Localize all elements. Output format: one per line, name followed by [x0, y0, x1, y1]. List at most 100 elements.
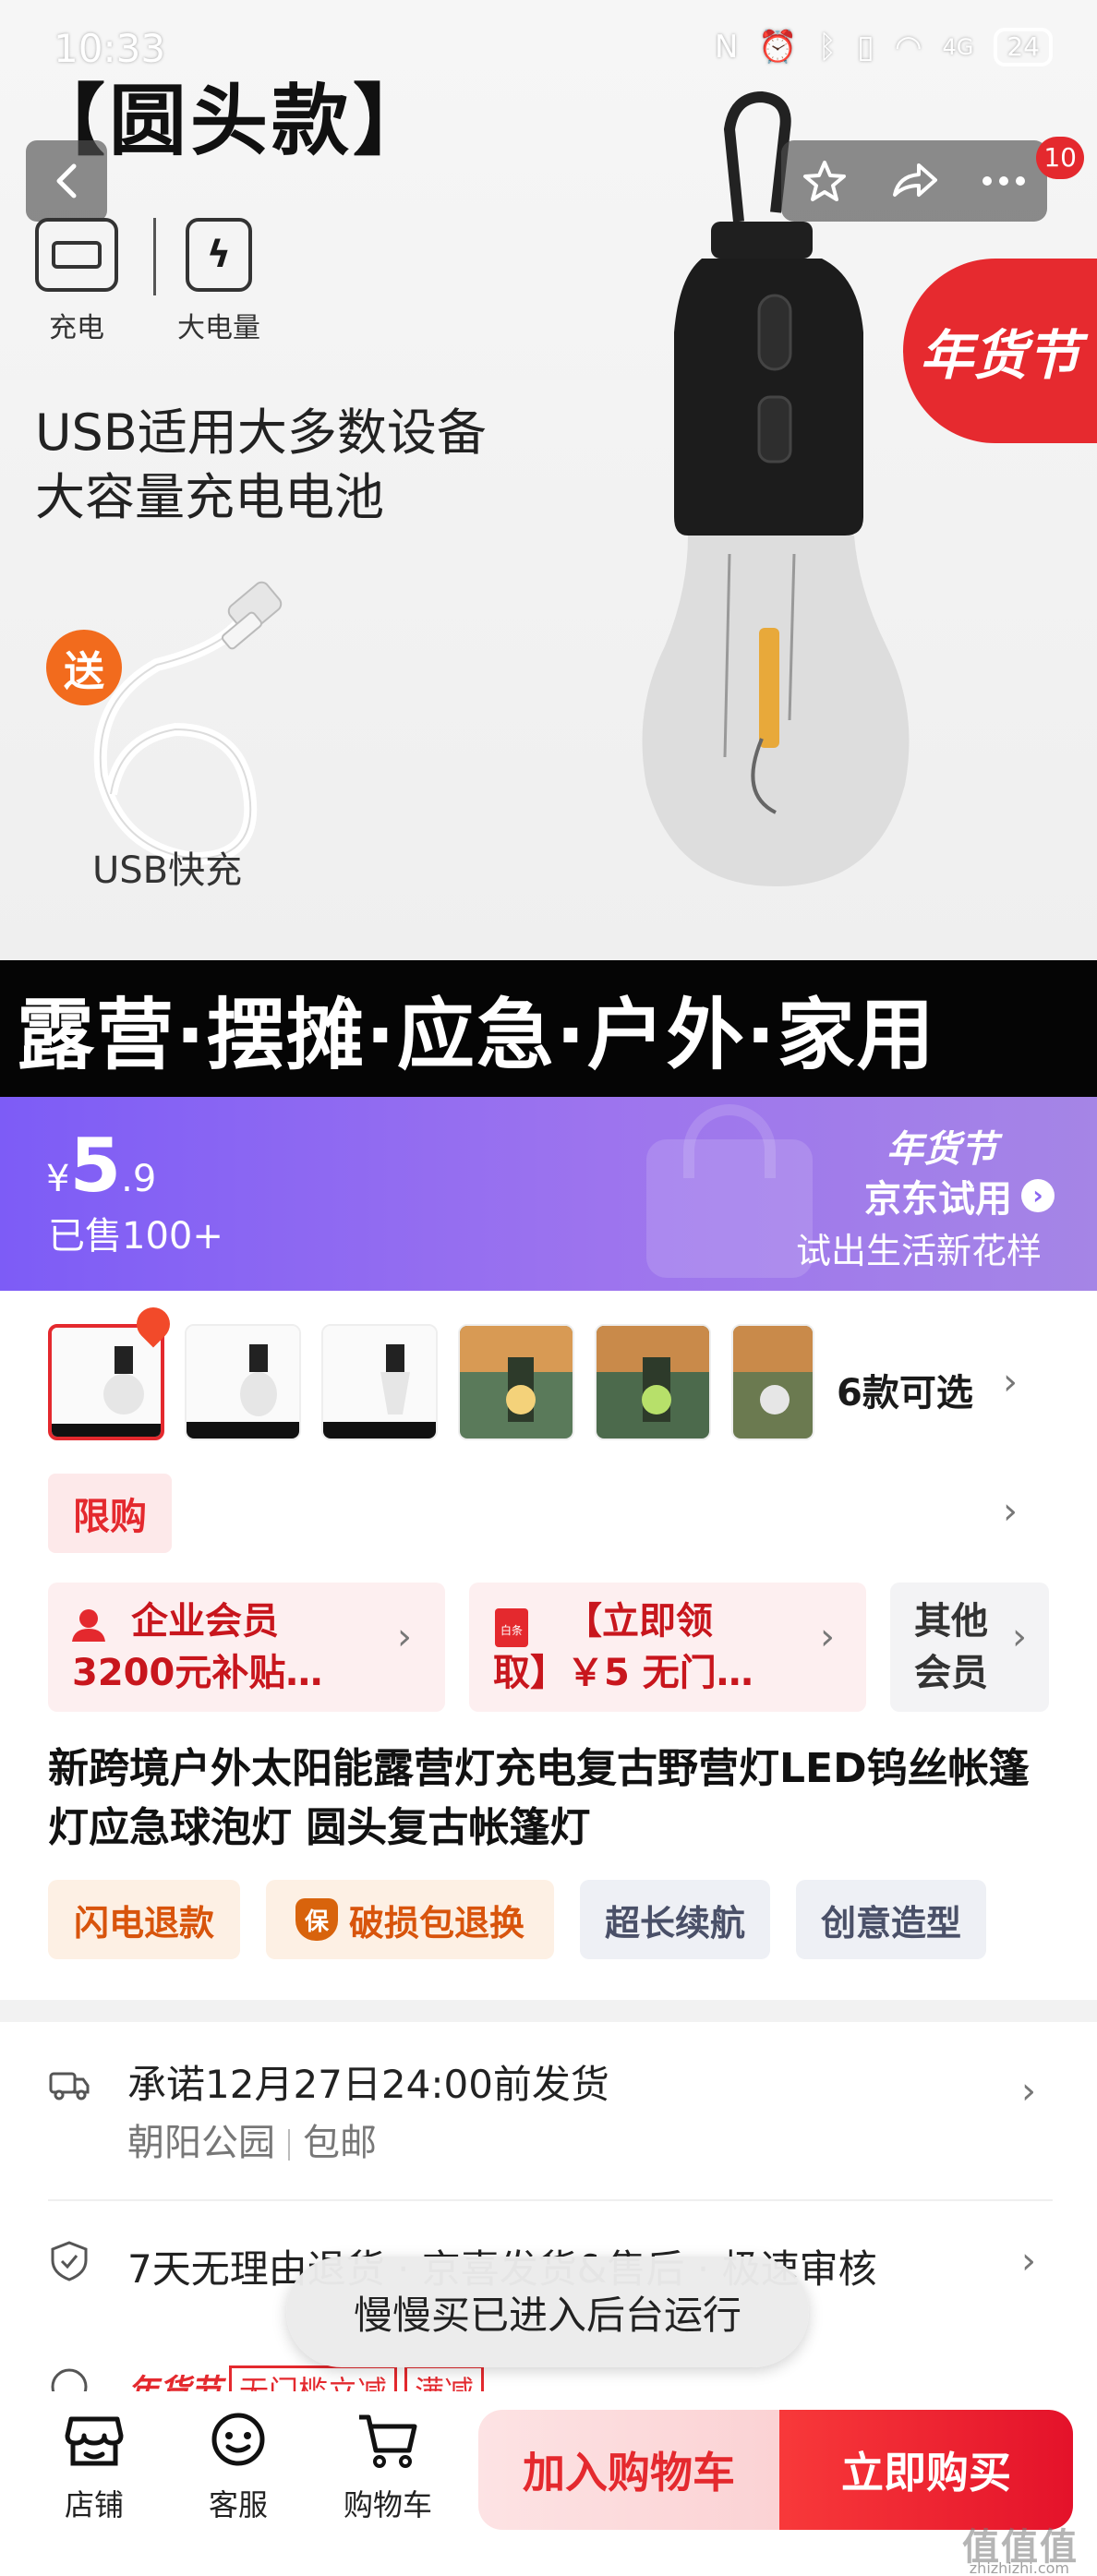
chevron-right-icon: › [397, 1616, 412, 1658]
product-title: 新跨境户外太阳能露营灯充电复古野营灯LED钨丝帐篷灯应急球泡灯 圆头复古帐篷灯 [48, 1745, 1030, 1851]
wifi-icon: ◠ [894, 29, 922, 66]
coupon-other-members[interactable]: 其他 会员 › [890, 1583, 1049, 1712]
price-banner: ¥5.9 已售100+ 年货节 京东试用 › 试出生活新花样 [0, 1097, 1097, 1291]
price-decimal: .9 [121, 1158, 157, 1200]
chevron-right-icon: › [1012, 1616, 1027, 1658]
chevron-right-icon[interactable]: › [1003, 1361, 1018, 1403]
power-bank-icon: ϟ [186, 218, 252, 292]
variant-thumb[interactable] [731, 1324, 814, 1440]
feature-label: 大电量 [177, 312, 260, 344]
lamp-thumb-image [733, 1326, 813, 1438]
price: ¥5.9 [46, 1123, 156, 1209]
lamp-thumb-image [187, 1326, 299, 1438]
variant-thumb[interactable] [321, 1324, 438, 1440]
truck-icon [49, 2072, 90, 2101]
more-icon[interactable] [981, 175, 1027, 187]
tag-label: 破损包退换 [348, 1902, 524, 1944]
favorite-star-icon[interactable] [802, 158, 848, 204]
nav-cart[interactable]: 购物车 [332, 2408, 443, 2524]
price-integer: 5 [69, 1123, 122, 1209]
usage-strip: 露营·摆摊·应急·户外·家用 [0, 960, 1097, 1097]
trial-subtitle: 试出生活新花样 [795, 1231, 1042, 1271]
lamp-thumb-image [323, 1326, 436, 1438]
tag-label: 超长续航 [604, 1902, 745, 1944]
share-icon[interactable] [889, 158, 939, 204]
buy-now-button[interactable]: 立即购买 [779, 2410, 1073, 2530]
customer-service-icon [211, 2413, 265, 2466]
coupon-ticket-icon: 白条 [495, 1608, 528, 1647]
product-info-card: 6款可选 › 限购 › 企业会员 3200元补贴… › 白条 【立即领 取】￥5… [0, 1291, 1097, 2000]
product-hero-image[interactable]: 10:33 N ⏰ ᛒ ▯ ◠ 4G 24 【圆头款】 10 充电 ϟ 大电量 … [0, 0, 1097, 960]
lamp-thumb-image [52, 1328, 161, 1437]
coupon-line1: 【立即领 [565, 1600, 713, 1643]
hero-line-1: USB适用大多数设备 [35, 403, 487, 462]
vibrate-icon: ▯ [857, 29, 874, 66]
lamp-thumb-image [597, 1326, 709, 1438]
chevron-right-icon: › [820, 1616, 835, 1658]
coupon-line2: 3200元补贴… [72, 1652, 323, 1694]
watermark-url: zhizhizhi.com [969, 2559, 1069, 2576]
tag-fast-refund: 闪电退款 [48, 1880, 240, 1959]
price-currency: ¥ [46, 1158, 70, 1200]
battery-charge-icon [35, 218, 118, 292]
tag-creative-design: 创意造型 [796, 1880, 986, 1959]
feature-divider [153, 218, 156, 295]
trial-link[interactable]: 京东试用 › [864, 1169, 1055, 1222]
coupon-line2: 取】￥5 无门… [493, 1652, 753, 1694]
back-button[interactable] [26, 140, 107, 222]
cart-icon [359, 2414, 417, 2468]
hero-line-2: 大容量充电电池 [35, 468, 384, 526]
shield-icon: 保 [295, 1898, 338, 1941]
limit-tag: 限购 [48, 1474, 172, 1553]
variants-count[interactable]: 6款可选 [837, 1363, 973, 1416]
coupon-claim[interactable]: 白条 【立即领 取】￥5 无门… › [469, 1583, 866, 1712]
chevron-left-icon [56, 163, 77, 199]
shipping-location: 朝阳公园 [127, 2122, 275, 2164]
tag-label: 创意造型 [820, 1902, 961, 1944]
product-page: 10:33 N ⏰ ᛒ ▯ ◠ 4G 24 【圆头款】 10 充电 ϟ 大电量 … [0, 0, 1097, 2576]
variant-thumb[interactable] [595, 1324, 711, 1440]
tag-damage-return: 保 破损包退换 [266, 1880, 554, 1959]
tag-label: 闪电退款 [73, 1902, 214, 1944]
battery-icon: 24 [994, 28, 1053, 66]
signal-icon: 4G [942, 34, 974, 60]
person-icon [72, 1609, 105, 1642]
shipping-promise: 承诺12月27日24:00前发货 [127, 2062, 609, 2107]
divider [48, 2199, 1053, 2201]
tag-long-battery: 超长续航 [580, 1880, 770, 1959]
nav-store[interactable]: 店铺 [39, 2408, 150, 2524]
shipping-detail: 朝阳公园 包邮 [127, 2113, 377, 2166]
chevron-right-icon[interactable]: › [1021, 2240, 1036, 2282]
lamp-thumb-image [460, 1326, 573, 1438]
coupon-line2: 会员 [914, 1652, 988, 1694]
variant-thumb[interactable] [185, 1324, 301, 1440]
guarantee-shield-icon [51, 2241, 88, 2281]
coupon-enterprise[interactable]: 企业会员 3200元补贴… › [48, 1583, 445, 1712]
bottom-action-bar: 店铺 客服 购物车 加入购物车 立即购买 [0, 2391, 1097, 2576]
promo-badge[interactable]: 年货节 [903, 259, 1097, 443]
store-icon [65, 2416, 124, 2466]
add-to-cart-button[interactable]: 加入购物车 [478, 2410, 779, 2530]
sold-count: 已售100+ [48, 1215, 223, 1258]
svg-text:白条: 白条 [500, 1623, 523, 1637]
shipping-postage: 包邮 [303, 2122, 377, 2164]
chevron-right-icon[interactable]: › [1021, 2070, 1036, 2113]
bag-decoration [646, 1139, 813, 1278]
chevron-right-icon[interactable]: › [1003, 1490, 1018, 1533]
variant-thumb[interactable] [458, 1324, 574, 1440]
nfc-icon: N [714, 29, 739, 66]
chevron-right-icon: › [1021, 1179, 1055, 1212]
usb-label: USB快充 [92, 849, 243, 892]
feature-capacity: ϟ 大电量 [177, 218, 260, 345]
toast-message: 慢慢买已进入后台运行 [286, 2257, 809, 2367]
feature-charge: 充电 [35, 218, 118, 345]
trial-logo: 年货节 [886, 1128, 997, 1171]
alarm-icon: ⏰ [758, 29, 798, 66]
nav-label: 店铺 [64, 2487, 124, 2522]
feature-label: 充电 [49, 312, 104, 344]
gift-badge: 送 [46, 630, 122, 705]
notification-badge: 10 [1036, 137, 1084, 179]
coupon-line1: 企业会员 [131, 1600, 279, 1643]
nav-label: 购物车 [343, 2487, 432, 2522]
nav-customer-service[interactable]: 客服 [183, 2408, 294, 2524]
